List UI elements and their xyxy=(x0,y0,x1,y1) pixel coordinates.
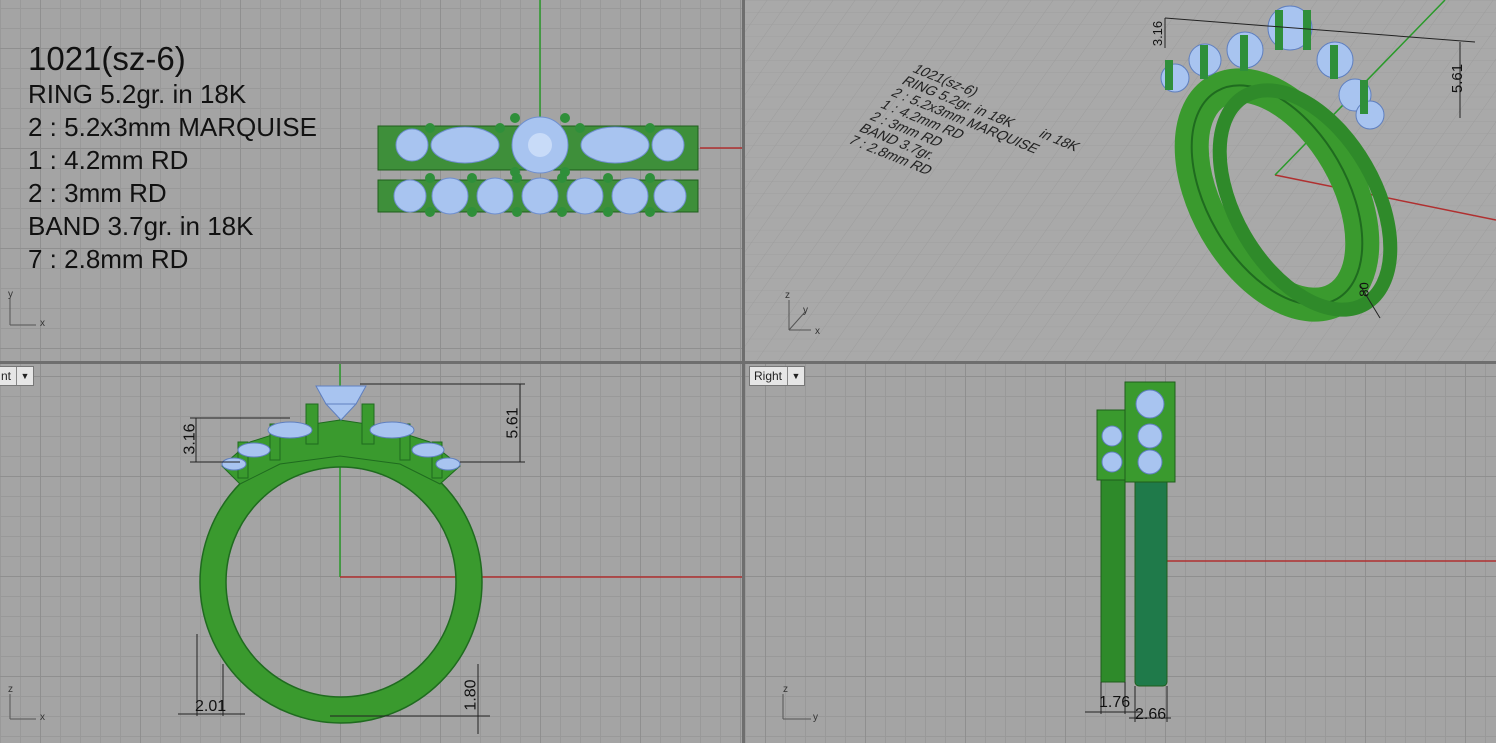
note-line: 7 : 2.8mm RD xyxy=(28,244,189,274)
note-line: BAND 3.7gr. in 18K xyxy=(28,211,254,241)
axis-z-label: z xyxy=(785,290,790,301)
note-line: 2 : 5.2x3mm MARQUISE xyxy=(28,112,317,142)
note-title: 1021(sz-6) xyxy=(28,40,186,77)
dim-1-80: 1.80 xyxy=(462,679,480,711)
axis-y-label: y xyxy=(813,712,818,723)
axis-x-label: x xyxy=(815,326,820,337)
dim-2-01: 2.01 xyxy=(195,698,227,715)
viewport-top[interactable]: 1021(sz-6) RING 5.2gr. in 18K 2 : 5.2x3m… xyxy=(0,0,742,361)
viewport-front[interactable]: nt ▼ 3.16 5.61 2.01 1.80 z x xyxy=(0,364,742,743)
ring-spec-notes: 1021(sz-6) RING 5.2gr. in 18K 2 : 5.2x3m… xyxy=(28,40,317,276)
axis-y-label: y xyxy=(8,289,13,300)
axis-y-label: y xyxy=(803,305,808,316)
axis-x-label: x xyxy=(40,712,45,723)
right-view-drawing xyxy=(782,381,1496,722)
dim-1-76: 1.76 xyxy=(1099,694,1131,711)
axis-z-label: z xyxy=(783,684,788,695)
axis-z-label: z xyxy=(8,684,13,695)
dim-2-66: 2.66 xyxy=(1135,706,1167,723)
front-view-drawing xyxy=(9,364,742,734)
note-line: 1 : 4.2mm RD xyxy=(28,145,189,175)
dim-80: 80 xyxy=(1356,282,1372,297)
dim-3-16: 3.16 xyxy=(181,423,199,455)
dim-5-61: 5.61 xyxy=(504,407,522,439)
perspective-grid xyxy=(745,0,1496,361)
viewport-right[interactable]: Right ▼ 1.76 2.66 z y xyxy=(745,364,1496,743)
note-line: 2 : 3mm RD xyxy=(28,178,167,208)
axis-x-label: x xyxy=(40,318,45,329)
dim-5-61: 5.61 xyxy=(1449,63,1467,94)
note-line: RING 5.2gr. in 18K xyxy=(28,79,247,109)
dim-3-16: 3.16 xyxy=(1150,20,1166,47)
viewport-perspective[interactable]: 1021(sz-6) RING 5.2gr. in 18K 2 : 5.2x3m… xyxy=(745,0,1496,361)
